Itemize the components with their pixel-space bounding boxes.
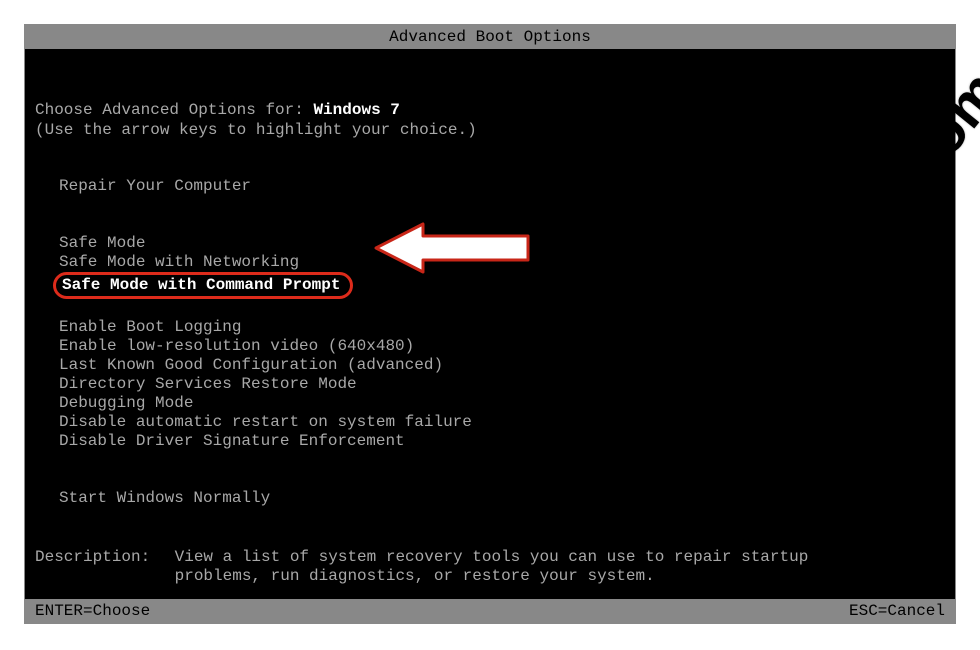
- spacer: [59, 299, 945, 318]
- footer-esc: ESC=Cancel: [849, 602, 945, 620]
- description-text: View a list of system recovery tools you…: [175, 548, 875, 586]
- footer-bar: ENTER=Choose ESC=Cancel: [25, 599, 955, 623]
- menu-safe-mode-cmd-wrapper[interactable]: Safe Mode with Command Prompt: [59, 272, 945, 299]
- description-label: Description:: [35, 548, 165, 566]
- boot-options-screen: Advanced Boot Options Choose Advanced Op…: [24, 24, 956, 624]
- menu-disable-driver-sig[interactable]: Disable Driver Signature Enforcement: [59, 432, 945, 451]
- menu-group: Repair Your Computer Safe Mode Safe Mode…: [35, 177, 945, 508]
- choose-prefix: Choose Advanced Options for:: [35, 101, 313, 119]
- menu-ds-restore[interactable]: Directory Services Restore Mode: [59, 375, 945, 394]
- menu-last-known-good[interactable]: Last Known Good Configuration (advanced): [59, 356, 945, 375]
- spacer: [59, 196, 945, 234]
- title-text: Advanced Boot Options: [389, 28, 591, 46]
- menu-debugging[interactable]: Debugging Mode: [59, 394, 945, 413]
- title-bar: Advanced Boot Options: [25, 25, 955, 49]
- menu-disable-auto-restart[interactable]: Disable automatic restart on system fail…: [59, 413, 945, 432]
- menu-repair-computer[interactable]: Repair Your Computer: [59, 177, 945, 196]
- menu-boot-logging[interactable]: Enable Boot Logging: [59, 318, 945, 337]
- content-area: Choose Advanced Options for: Windows 7 (…: [25, 49, 955, 598]
- description-block: Description: View a list of system recov…: [35, 548, 945, 586]
- menu-safe-mode-cmd[interactable]: Safe Mode with Command Prompt: [53, 272, 353, 299]
- spacer: [59, 451, 945, 489]
- menu-start-normally[interactable]: Start Windows Normally: [59, 489, 945, 508]
- menu-low-res-video[interactable]: Enable low-resolution video (640x480): [59, 337, 945, 356]
- hint-line: (Use the arrow keys to highlight your ch…: [35, 121, 945, 139]
- menu-safe-mode-networking[interactable]: Safe Mode with Networking: [59, 253, 945, 272]
- footer-enter: ENTER=Choose: [35, 602, 150, 620]
- os-name: Windows 7: [313, 101, 399, 119]
- choose-line: Choose Advanced Options for: Windows 7: [35, 101, 945, 119]
- menu-safe-mode[interactable]: Safe Mode: [59, 234, 945, 253]
